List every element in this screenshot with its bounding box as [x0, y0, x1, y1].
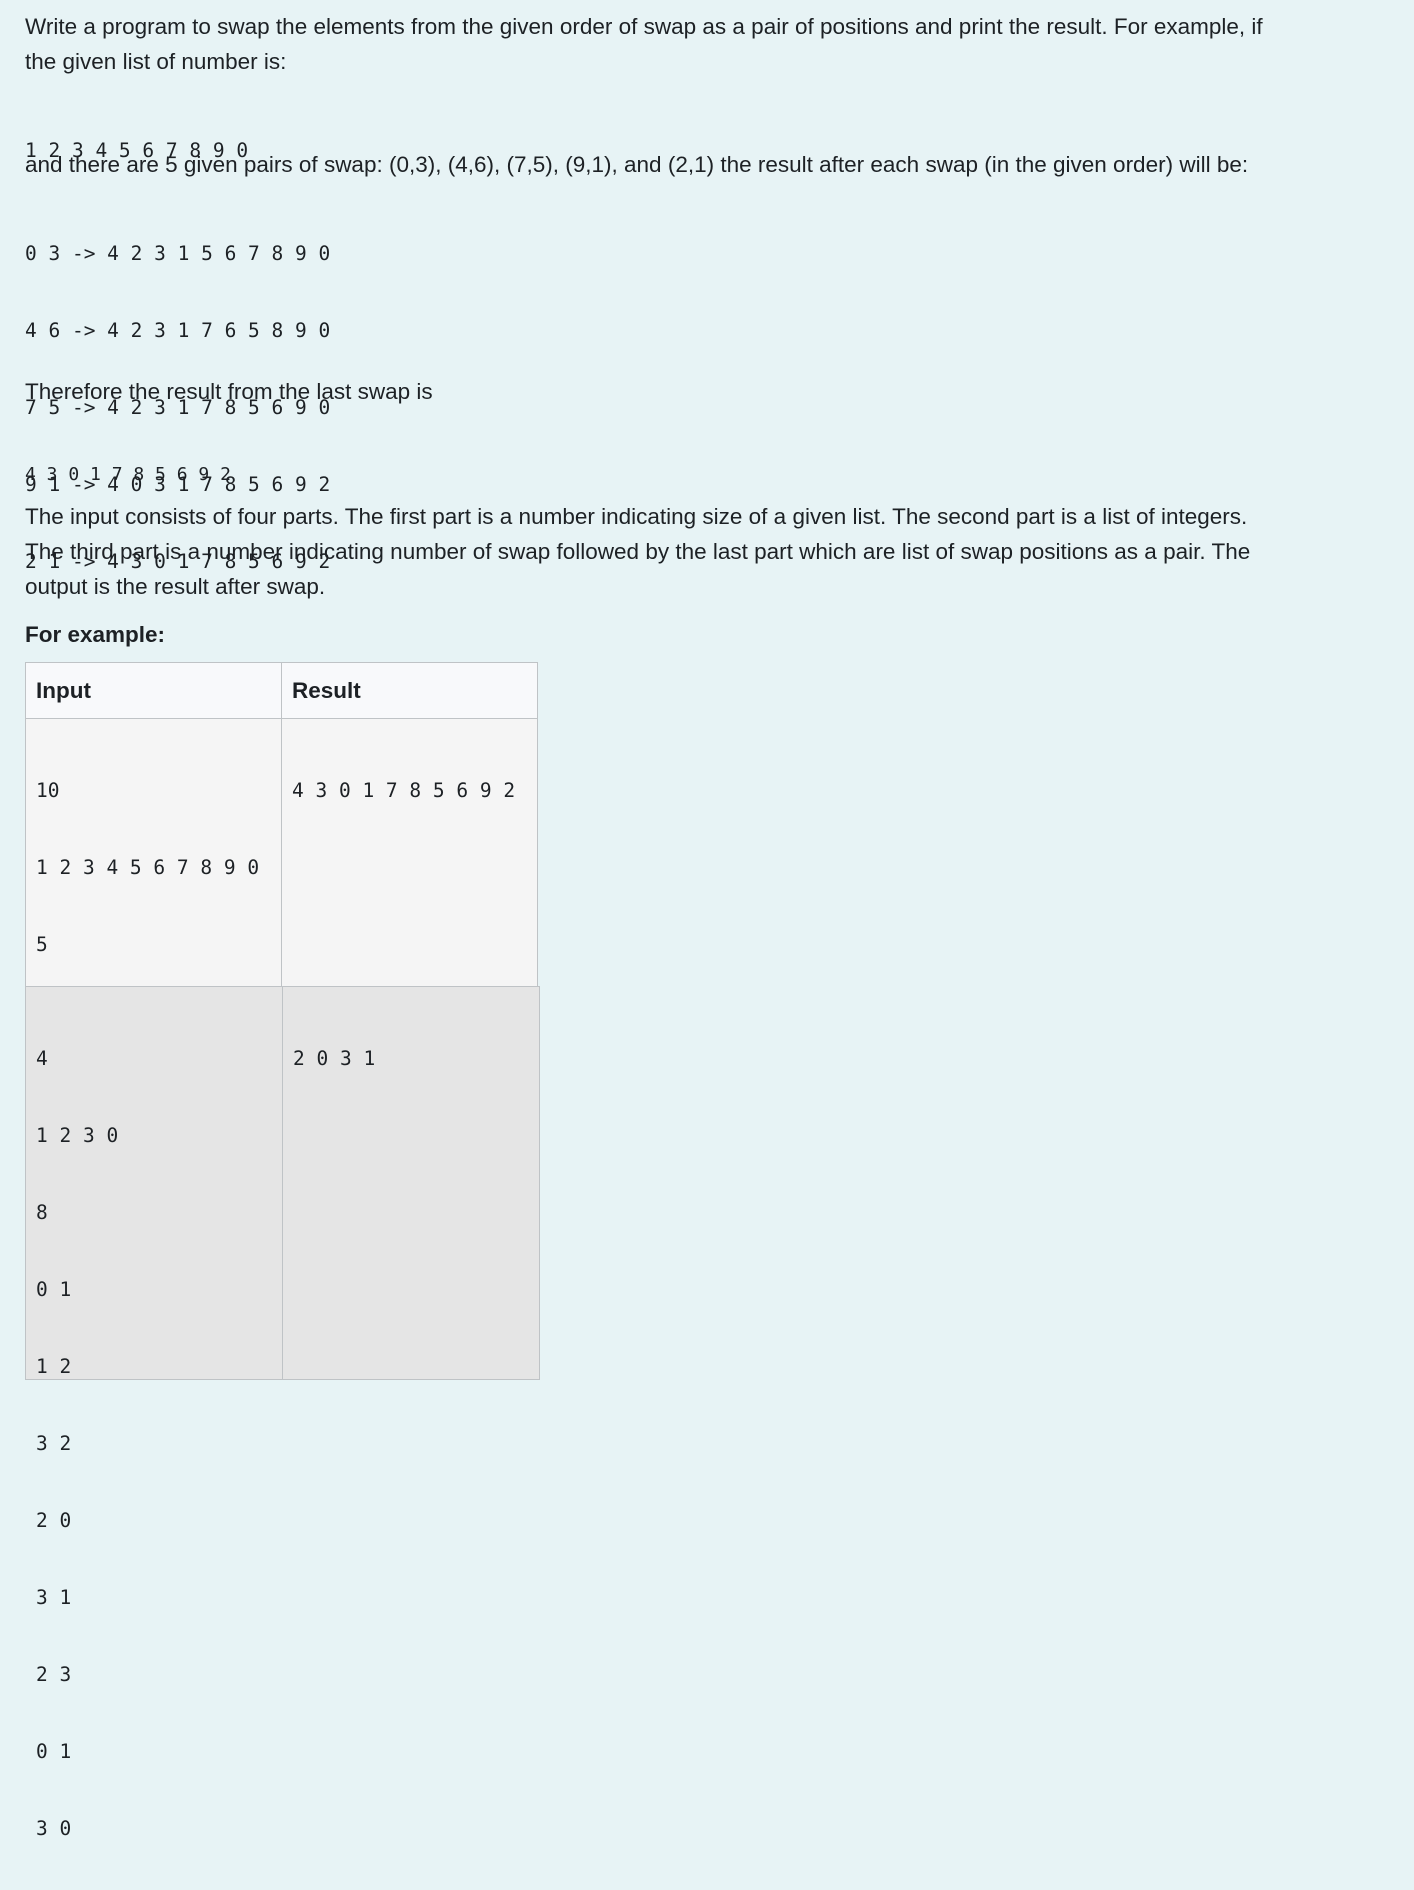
- intro-line-2: the given list of number is:: [25, 49, 287, 74]
- for-example-label: For example:: [25, 622, 166, 647]
- input-line: 3 2: [36, 1432, 72, 1455]
- input-line: 0 1: [36, 1278, 72, 1301]
- table-row-1-input: 10 1 2 3 4 5 6 7 8 9 0 5 0 3 4 6 7 5 9 1…: [25, 718, 282, 1341]
- input-line: 10: [36, 779, 60, 802]
- input-line: 1 2: [36, 1355, 72, 1378]
- example-table: Input Result 10 1 2 3 4 5 6 7 8 9 0 5 0 …: [25, 662, 540, 1840]
- table-row-2-input: 4 1 2 3 0 8 0 1 1 2 3 2 2 0 3 1 2 3 0 1 …: [25, 986, 283, 1840]
- header-result: Result: [281, 662, 538, 719]
- input-line: 8: [36, 1201, 48, 1224]
- input-line: 5: [36, 933, 48, 956]
- swap-step: 0 3 -> 4 2 3 1 5 6 7 8 9 0: [25, 242, 331, 265]
- header-input: Input: [25, 662, 282, 719]
- table-row-2-result: 2 0 3 1: [282, 986, 540, 1380]
- input-desc-line-3: output is the result after swap.: [25, 574, 326, 599]
- question-page: Write a program to swap the elements fro…: [0, 0, 1414, 1840]
- header-result-label: Result: [292, 678, 361, 703]
- input-line: 0 1: [36, 1740, 72, 1763]
- result-line: 2 0 3 1: [293, 1047, 376, 1070]
- input-desc-line-1: The input consists of four parts. The fi…: [25, 504, 1248, 529]
- swap-step: 4 6 -> 4 2 3 1 7 6 5 8 9 0: [25, 319, 331, 342]
- swap-heading: and there are 5 given pairs of swap: (0,…: [25, 152, 1249, 177]
- input-line: 3 1: [36, 1586, 72, 1609]
- input-line: 1 2 3 4 5 6 7 8 9 0: [36, 856, 260, 879]
- result-heading: Therefore the result from the last swap …: [25, 379, 433, 404]
- table-row-1-result: 4 3 0 1 7 8 5 6 9 2: [281, 718, 538, 987]
- intro-line-1: Write a program to swap the elements fro…: [25, 14, 1263, 39]
- input-line: 4: [36, 1047, 48, 1070]
- input-line: 3 0: [36, 1817, 72, 1840]
- input-line: 1 2 3 0: [36, 1124, 119, 1147]
- final-result-text: 4 3 0 1 7 8 5 6 9 2: [25, 464, 231, 485]
- input-line: 2 3: [36, 1663, 72, 1686]
- input-line: 2 0: [36, 1509, 72, 1532]
- result-line: 4 3 0 1 7 8 5 6 9 2: [292, 779, 516, 802]
- input-desc-line-2: The third part is a number indicating nu…: [25, 539, 1251, 564]
- header-input-label: Input: [36, 678, 91, 703]
